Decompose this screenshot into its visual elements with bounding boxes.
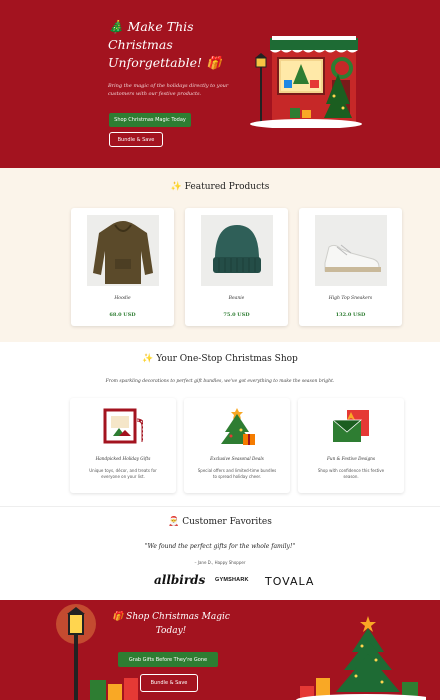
feature-description: Unique toys, décor, and treats for every…: [89, 468, 157, 479]
featured-title: ✨ Featured Products: [170, 182, 270, 192]
gymshark-logo: GYMSHARK: [215, 577, 249, 583]
shop-christmas-button[interactable]: Shop Christmas Magic Today: [109, 113, 191, 127]
one-stop-section: ✨ Your One-Stop Christmas Shop From spar…: [0, 342, 440, 506]
sneakers-image: [315, 215, 387, 286]
bundle-save-button[interactable]: Bundle & Save: [109, 132, 163, 147]
cta-section: 🎁 Shop Christmas Magic Today! Grab Gifts…: [0, 600, 440, 700]
product-name: Hoodie: [114, 296, 131, 301]
onestop-title: ✨ Your One-Stop Christmas Shop: [142, 354, 298, 364]
favorites-title: 🎅 Customer Favorites: [168, 517, 272, 527]
tovala-logo: TOVALA: [265, 575, 315, 588]
feature-title: Fun & Festive Designs: [326, 456, 376, 461]
feature-description: Shop with confidence this festive season…: [317, 468, 385, 479]
product-card[interactable]: Hoodie 68.0 USD: [71, 208, 174, 326]
allbirds-logo: allbirds: [154, 573, 206, 587]
cta-bundle-save-button[interactable]: Bundle & Save: [140, 674, 198, 692]
testimonial-author: – Jane D., Happy Shopper: [194, 560, 246, 565]
grab-gifts-button[interactable]: Grab Gifts Before They're Gone: [118, 652, 218, 667]
christmas-tree-scene: [296, 616, 426, 700]
product-price: 68.0 USD: [109, 312, 136, 318]
feature-description: Special offers and limited-time bundles …: [197, 468, 277, 479]
envelope-icon: [331, 410, 369, 442]
beanie-image: [201, 215, 273, 286]
feature-title: Handpicked Holiday Gifts: [95, 456, 151, 461]
featured-products-section: ✨ Featured Products Hoodie 68.0 USD Bean…: [0, 168, 440, 342]
product-card[interactable]: Beanie 75.0 USD: [185, 208, 288, 326]
hero-title: 🎄 Make This Christmas Unforgettable! 🎁: [108, 19, 222, 70]
testimonial-quote: "We found the perfect gifts for the whol…: [144, 543, 296, 550]
christmas-tree-icon: [221, 408, 255, 445]
feature-title: Exclusive Seasonal Deals: [210, 456, 264, 461]
hero-subtitle: Bring the magic of the holidays directly…: [108, 83, 229, 97]
customer-favorites-section: 🎅 Customer Favorites "We found the perfe…: [0, 506, 440, 600]
onestop-subtitle: From sparkling decorations to perfect gi…: [105, 379, 335, 384]
product-price: 132.0 USD: [335, 312, 366, 318]
feature-card: Fun & Festive Designs Shop with confiden…: [298, 398, 404, 493]
cta-title: 🎁 Shop Christmas Magic Today!: [112, 612, 230, 636]
product-name: Beanie: [228, 296, 245, 301]
product-card[interactable]: High Top Sneakers 132.0 USD: [299, 208, 402, 326]
product-name: High Top Sneakers: [328, 296, 373, 301]
gift-boxes-illustration: [90, 678, 138, 700]
product-price: 75.0 USD: [223, 312, 250, 318]
christmas-shop-illustration: [250, 36, 362, 128]
feature-card: Exclusive Seasonal Deals Special offers …: [184, 398, 290, 493]
hoodie-image: [87, 215, 159, 286]
fireplace-icon: [103, 408, 143, 444]
hero-section: 🎄 Make This Christmas Unforgettable! 🎁 B…: [0, 0, 440, 168]
feature-card: Handpicked Holiday Gifts Unique toys, dé…: [70, 398, 176, 493]
